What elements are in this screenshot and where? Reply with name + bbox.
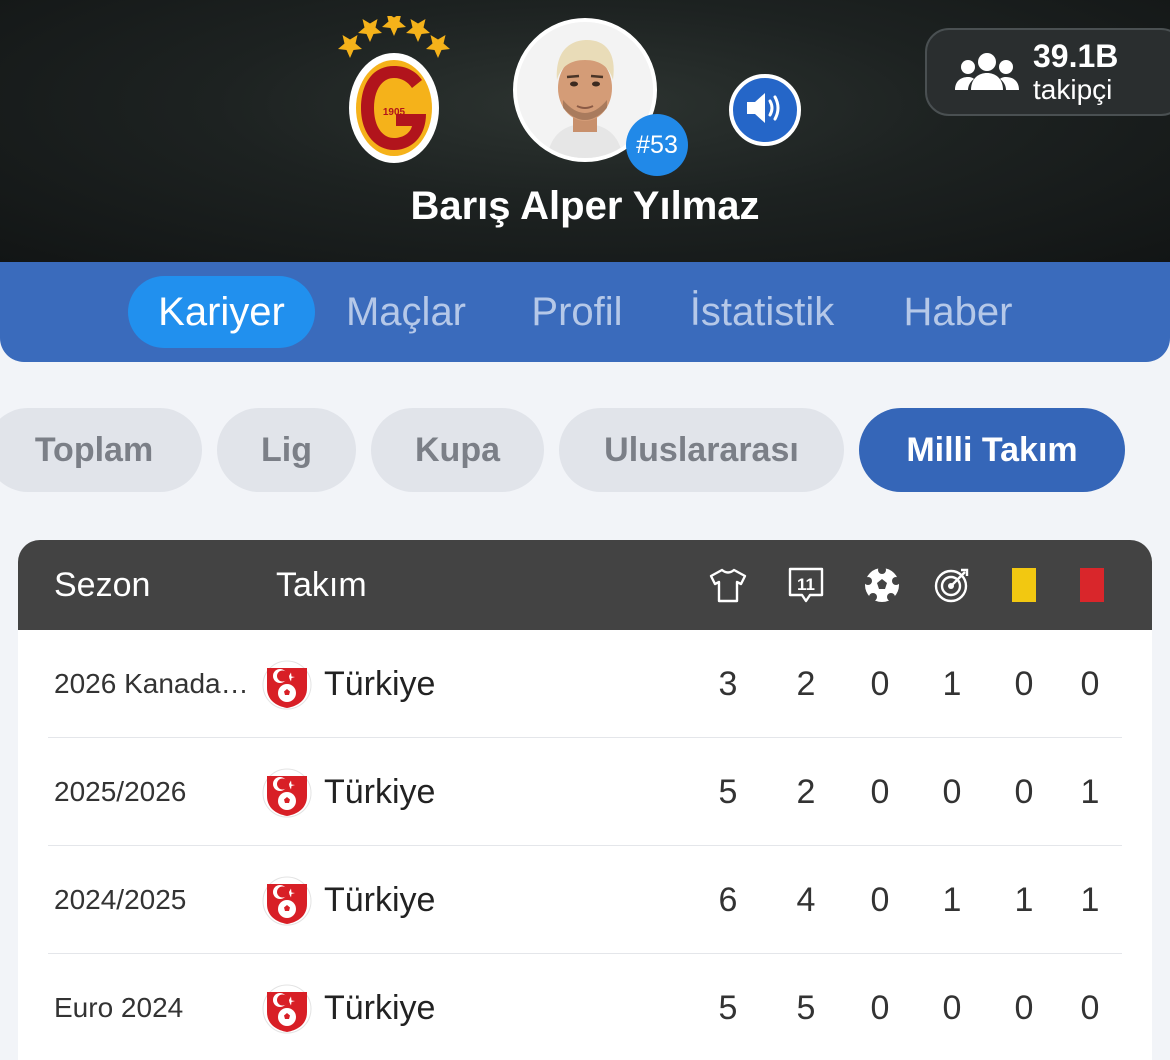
- yellow-cards-cell: 0: [1014, 773, 1034, 811]
- team-cell: Türkiye: [324, 665, 436, 703]
- svg-text:11: 11: [797, 575, 815, 594]
- appearances-cell: 5: [718, 773, 738, 811]
- starts-cell: 2: [796, 665, 816, 703]
- goals-cell: 0: [870, 989, 890, 1027]
- filter-toplam[interactable]: Toplam: [0, 408, 202, 492]
- assists-cell: 1: [942, 665, 962, 703]
- team-flag-icon: [262, 984, 312, 1034]
- followers-button[interactable]: 39.1B takipçi: [925, 28, 1170, 116]
- lineup-icon: 11: [786, 566, 826, 604]
- filter-lig[interactable]: Lig: [217, 408, 356, 492]
- tab-istatistik[interactable]: İstatistik: [668, 276, 856, 348]
- appearances-cell: 5: [718, 989, 738, 1027]
- tab-profil[interactable]: Profil: [512, 276, 642, 348]
- svg-text:1905: 1905: [383, 107, 406, 118]
- season-cell: 2025/2026: [54, 776, 187, 807]
- table-header: Sezon Takım 11: [18, 540, 1152, 630]
- season-cell: 2026 Kanada/M...: [54, 668, 250, 699]
- followers-count: 39.1B: [1033, 38, 1119, 74]
- assists-cell: 0: [942, 989, 962, 1027]
- appearances-cell: 3: [718, 665, 738, 703]
- starts-cell: 5: [796, 989, 816, 1027]
- team-cell: Türkiye: [324, 989, 436, 1027]
- jersey-icon: [708, 566, 748, 604]
- tab-haber[interactable]: Haber: [888, 276, 1028, 348]
- red-cards-cell: 0: [1080, 989, 1100, 1027]
- jersey-number-badge: #53: [626, 114, 688, 176]
- header-team: Takım: [276, 566, 367, 604]
- red-card-icon: [1072, 566, 1112, 604]
- followers-label: takipçi: [1033, 74, 1113, 105]
- assists-cell: 0: [942, 773, 962, 811]
- filter-milli-takim[interactable]: Milli Takım: [859, 408, 1125, 492]
- tab-kariyer[interactable]: Kariyer: [128, 276, 315, 348]
- career-table: Sezon Takım 11 2026 Kanada/M Türkiye 3 2…: [18, 540, 1152, 1060]
- red-cards-cell: 0: [1080, 665, 1100, 703]
- yellow-cards-cell: 0: [1014, 665, 1034, 703]
- red-cards-cell: 1: [1080, 881, 1100, 919]
- team-cell: Türkiye: [324, 773, 436, 811]
- team-flag-icon: [262, 660, 312, 710]
- yellow-cards-cell: 0: [1014, 989, 1034, 1027]
- table-row[interactable]: 2026 Kanada/M... Türkiye 3 2 0 1 0 0: [18, 630, 1152, 738]
- season-cell: Euro 2024: [54, 992, 184, 1023]
- filter-uluslararasi[interactable]: Uluslararası: [559, 408, 844, 492]
- users-icon: [955, 50, 1019, 94]
- starts-cell: 4: [796, 881, 816, 919]
- club-logo[interactable]: 1905: [336, 13, 452, 164]
- appearances-cell: 6: [718, 881, 738, 919]
- sound-button[interactable]: [729, 74, 801, 146]
- ball-icon: [862, 566, 902, 604]
- goals-cell: 0: [870, 773, 890, 811]
- goals-cell: 0: [870, 881, 890, 919]
- table-row[interactable]: 2025/2026 Türkiye 5 2 0 0 0 1: [18, 738, 1152, 846]
- header-season: Sezon: [54, 566, 151, 604]
- team-flag-icon: [262, 876, 312, 926]
- yellow-cards-cell: 1: [1014, 881, 1034, 919]
- player-name: Barış Alper Yılmaz: [410, 184, 760, 228]
- speaker-icon: [743, 88, 787, 133]
- table-row[interactable]: 2024/2025 Türkiye 6 4 0 1 1 1: [18, 846, 1152, 954]
- assists-cell: 1: [942, 881, 962, 919]
- yellow-card-icon: [1004, 566, 1044, 604]
- table-row[interactable]: Euro 2024 Türkiye 5 5 0 0 0 0: [18, 954, 1152, 1060]
- team-flag-icon: [262, 768, 312, 818]
- season-cell: 2024/2025: [54, 884, 187, 915]
- player-header: 1905 #53 Barış Alper Yılmaz 39.1B takipç…: [0, 0, 1170, 262]
- filter-kupa[interactable]: Kupa: [371, 408, 544, 492]
- tab-maclar[interactable]: Maçlar: [330, 276, 482, 348]
- red-cards-cell: 1: [1080, 773, 1100, 811]
- main-tabs: Kariyer Maçlar Profil İstatistik Haber: [0, 262, 1170, 362]
- goals-cell: 0: [870, 665, 890, 703]
- team-cell: Türkiye: [324, 881, 436, 919]
- target-icon: [932, 566, 972, 604]
- starts-cell: 2: [796, 773, 816, 811]
